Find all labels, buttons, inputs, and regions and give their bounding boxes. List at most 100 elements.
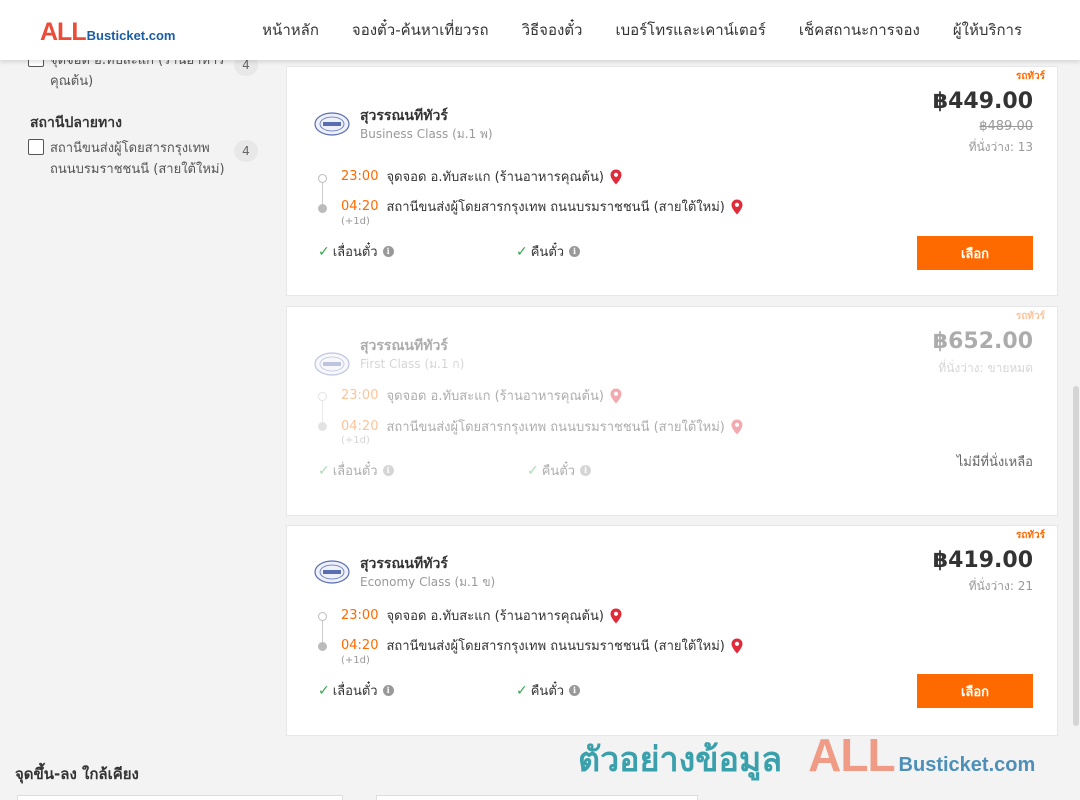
destination-filter-checkbox[interactable] [28,139,44,155]
departure-place: จุดจอด อ.ทับสะแก (ร้านอาหารคุณต้น) [386,170,604,185]
check-icon: ✓ [516,682,528,699]
destination-filter-count: 4 [234,140,258,162]
nav-operators[interactable]: ผู้ให้บริการ [953,18,1022,42]
refund-ticket-feature: ✓ คืนตั๋ว i [516,241,581,262]
arrival-place: สถานีขนส่งผู้โดยสารกรุงเทพ ถนนบรมราชชนนี… [386,639,725,654]
nav-how-to-book[interactable]: วิธีจองตั๋ว [522,18,583,42]
page-scrollbar[interactable] [1072,60,1080,800]
destination-filter-label: สถานีขนส่งผู้โดยสารกรุงเทพ ถนนบรมราชชนนี… [50,141,225,177]
nav-check-booking[interactable]: เช็คสถานะการจอง [799,18,920,42]
departure-place: จุดจอด อ.ทับสะแก (ร้านอาหารคุณต้น) [386,389,604,404]
seats-available: ที่นั่งว่าง: ขายหมด [938,361,1033,375]
nearby-stop-card[interactable] [17,795,343,800]
watermark-logo-rest: Busticket.com [898,754,1036,776]
sold-out-status: ไม่มีที่นั่งเหลือ [956,455,1033,470]
departure-time: 23:00 [341,169,379,184]
change-ticket-label: เลื่อนตั๋ว [332,464,378,479]
main-nav: หน้าหลัก จองตั๋ว-ค้นหาเที่ยวรถ วิธีจองตั… [229,0,1022,60]
map-pin-icon[interactable] [610,169,622,185]
nav-home[interactable]: หน้าหลัก [262,18,319,42]
check-icon: ✓ [318,243,330,260]
arrival-place: สถานีขนส่งผู้โดยสารกรุงเทพ ถนนบรมราชชนนี… [386,200,725,215]
info-icon[interactable]: i [382,465,394,476]
info-icon[interactable]: i [382,246,394,257]
ticket-price: ฿419.00 [932,548,1033,573]
next-day-indicator: (+1d) [341,655,370,666]
info-icon[interactable]: i [569,246,581,257]
watermark-logo-all: ALL [808,729,895,781]
map-pin-icon [731,419,743,434]
next-day-indicator: (+1d) [341,216,370,227]
arrival-stop: 04:20 สถานีขนส่งผู้โดยสารกรุงเทพ ถนนบรมร… [341,416,743,437]
select-trip-button[interactable]: เลือก [917,236,1033,270]
scrollbar-thumb[interactable] [1073,386,1079,726]
bus-type-tag: รถทัวร์ [1015,530,1045,541]
bus-class: First Class (ม.1 ก) [360,357,465,371]
operator-logo-icon [314,560,350,584]
arrival-time: 04:20 [341,199,379,214]
departure-time: 23:00 [341,388,379,403]
route-timeline [316,392,330,431]
logo-busticket-text: Busticket.com [86,28,176,43]
route-timeline [316,612,330,651]
check-icon: ✓ [318,462,330,479]
refund-ticket-label: คืนตั๋ว [530,684,565,699]
map-pin-icon[interactable] [731,638,743,654]
site-header: ALL Busticket.com หน้าหลัก จองตั๋ว-ค้นหา… [0,0,1080,60]
refund-ticket-feature: ✓ คืนตั๋ว i [516,680,581,701]
departure-place: จุดจอด อ.ทับสะแก (ร้านอาหารคุณต้น) [386,609,604,624]
bus-type-tag: รถทัวร์ [1015,311,1045,322]
route-timeline [316,174,330,213]
departure-stop: 23:00 จุดจอด อ.ทับสะแก (ร้านอาหารคุณต้น) [341,166,622,187]
seats-available: ที่นั่งว่าง: 13 [968,140,1033,154]
refund-ticket-label: คืนตั๋ว [530,245,565,260]
check-icon: ✓ [318,682,330,699]
sample-data-watermark: ตัวอย่างข้อมูล ALL Busticket.com [578,728,1035,786]
destination-filter-heading: สถานีปลายทาง [30,115,122,131]
nearby-stops-heading: จุดขึ้น-ลง ใกล้เคียง [15,765,139,783]
info-icon[interactable]: i [382,685,394,696]
trip-card: รถทัวร์ สุวรรณนทีทัวร์ Economy Class (ม.… [286,525,1058,736]
operator-name: สุวรรณนทีทัวร์ [360,338,448,354]
bus-class: Business Class (ม.1 พ) [360,127,493,141]
site-logo[interactable]: ALL Busticket.com [40,18,175,47]
change-ticket-feature: ✓ เลื่อนตั๋ว i [318,680,394,701]
watermark-text: ตัวอย่างข้อมูล [578,740,783,780]
map-pin-icon[interactable] [731,199,743,215]
nearby-stop-card[interactable] [376,795,698,800]
refund-ticket-label: คืนตั๋ว [541,464,576,479]
arrival-place: สถานีขนส่งผู้โดยสารกรุงเทพ ถนนบรมราชชนนี… [386,420,725,435]
arrival-stop: 04:20 สถานีขนส่งผู้โดยสารกรุงเทพ ถนนบรมร… [341,196,743,217]
nav-phone-counters[interactable]: เบอร์โทรและเคาน์เตอร์ [615,18,765,42]
ticket-price: ฿449.00 [932,89,1033,114]
change-ticket-label: เลื่อนตั๋ว [332,245,378,260]
check-icon: ✓ [527,462,539,479]
operator-logo-icon [314,352,350,376]
info-icon[interactable]: i [569,685,581,696]
change-ticket-feature: ✓ เลื่อนตั๋ว i [318,241,394,262]
change-ticket-feature: ✓ เลื่อนตั๋ว i [318,460,394,481]
ticket-price: ฿652.00 [932,329,1033,354]
destination-filter-option[interactable]: สถานีขนส่งผู้โดยสารกรุงเทพ ถนนบรมราชชนนี… [28,138,258,180]
trip-card-sold-out: รถทัวร์ สุวรรณนทีทัวร์ First Class (ม.1 … [286,306,1058,516]
arrival-time: 04:20 [341,638,379,653]
trip-card: รถทัวร์ สุวรรณนทีทัวร์ Business Class (ม… [286,66,1058,296]
map-pin-icon[interactable] [610,608,622,624]
check-icon: ✓ [516,243,528,260]
refund-ticket-feature: ✓ คืนตั๋ว i [527,460,592,481]
nav-book-search[interactable]: จองตั๋ว-ค้นหาเที่ยวรถ [352,18,489,42]
arrival-stop: 04:20 สถานีขนส่งผู้โดยสารกรุงเทพ ถนนบรมร… [341,635,743,656]
logo-all-text: ALL [40,18,87,46]
departure-stop: 23:00 จุดจอด อ.ทับสะแก (ร้านอาหารคุณต้น) [341,385,622,406]
operator-name: สุวรรณนทีทัวร์ [360,556,448,572]
map-pin-icon [610,388,622,403]
bus-type-tag: รถทัวร์ [1015,71,1045,82]
arrival-time: 04:20 [341,419,379,434]
info-icon[interactable]: i [580,465,592,476]
operator-name: สุวรรณนทีทัวร์ [360,108,448,124]
change-ticket-label: เลื่อนตั๋ว [332,684,378,699]
select-trip-button[interactable]: เลือก [917,674,1033,708]
bus-class: Economy Class (ม.1 ข) [360,575,496,589]
original-price: ฿489.00 [979,119,1033,134]
seats-available: ที่นั่งว่าง: 21 [968,579,1033,593]
